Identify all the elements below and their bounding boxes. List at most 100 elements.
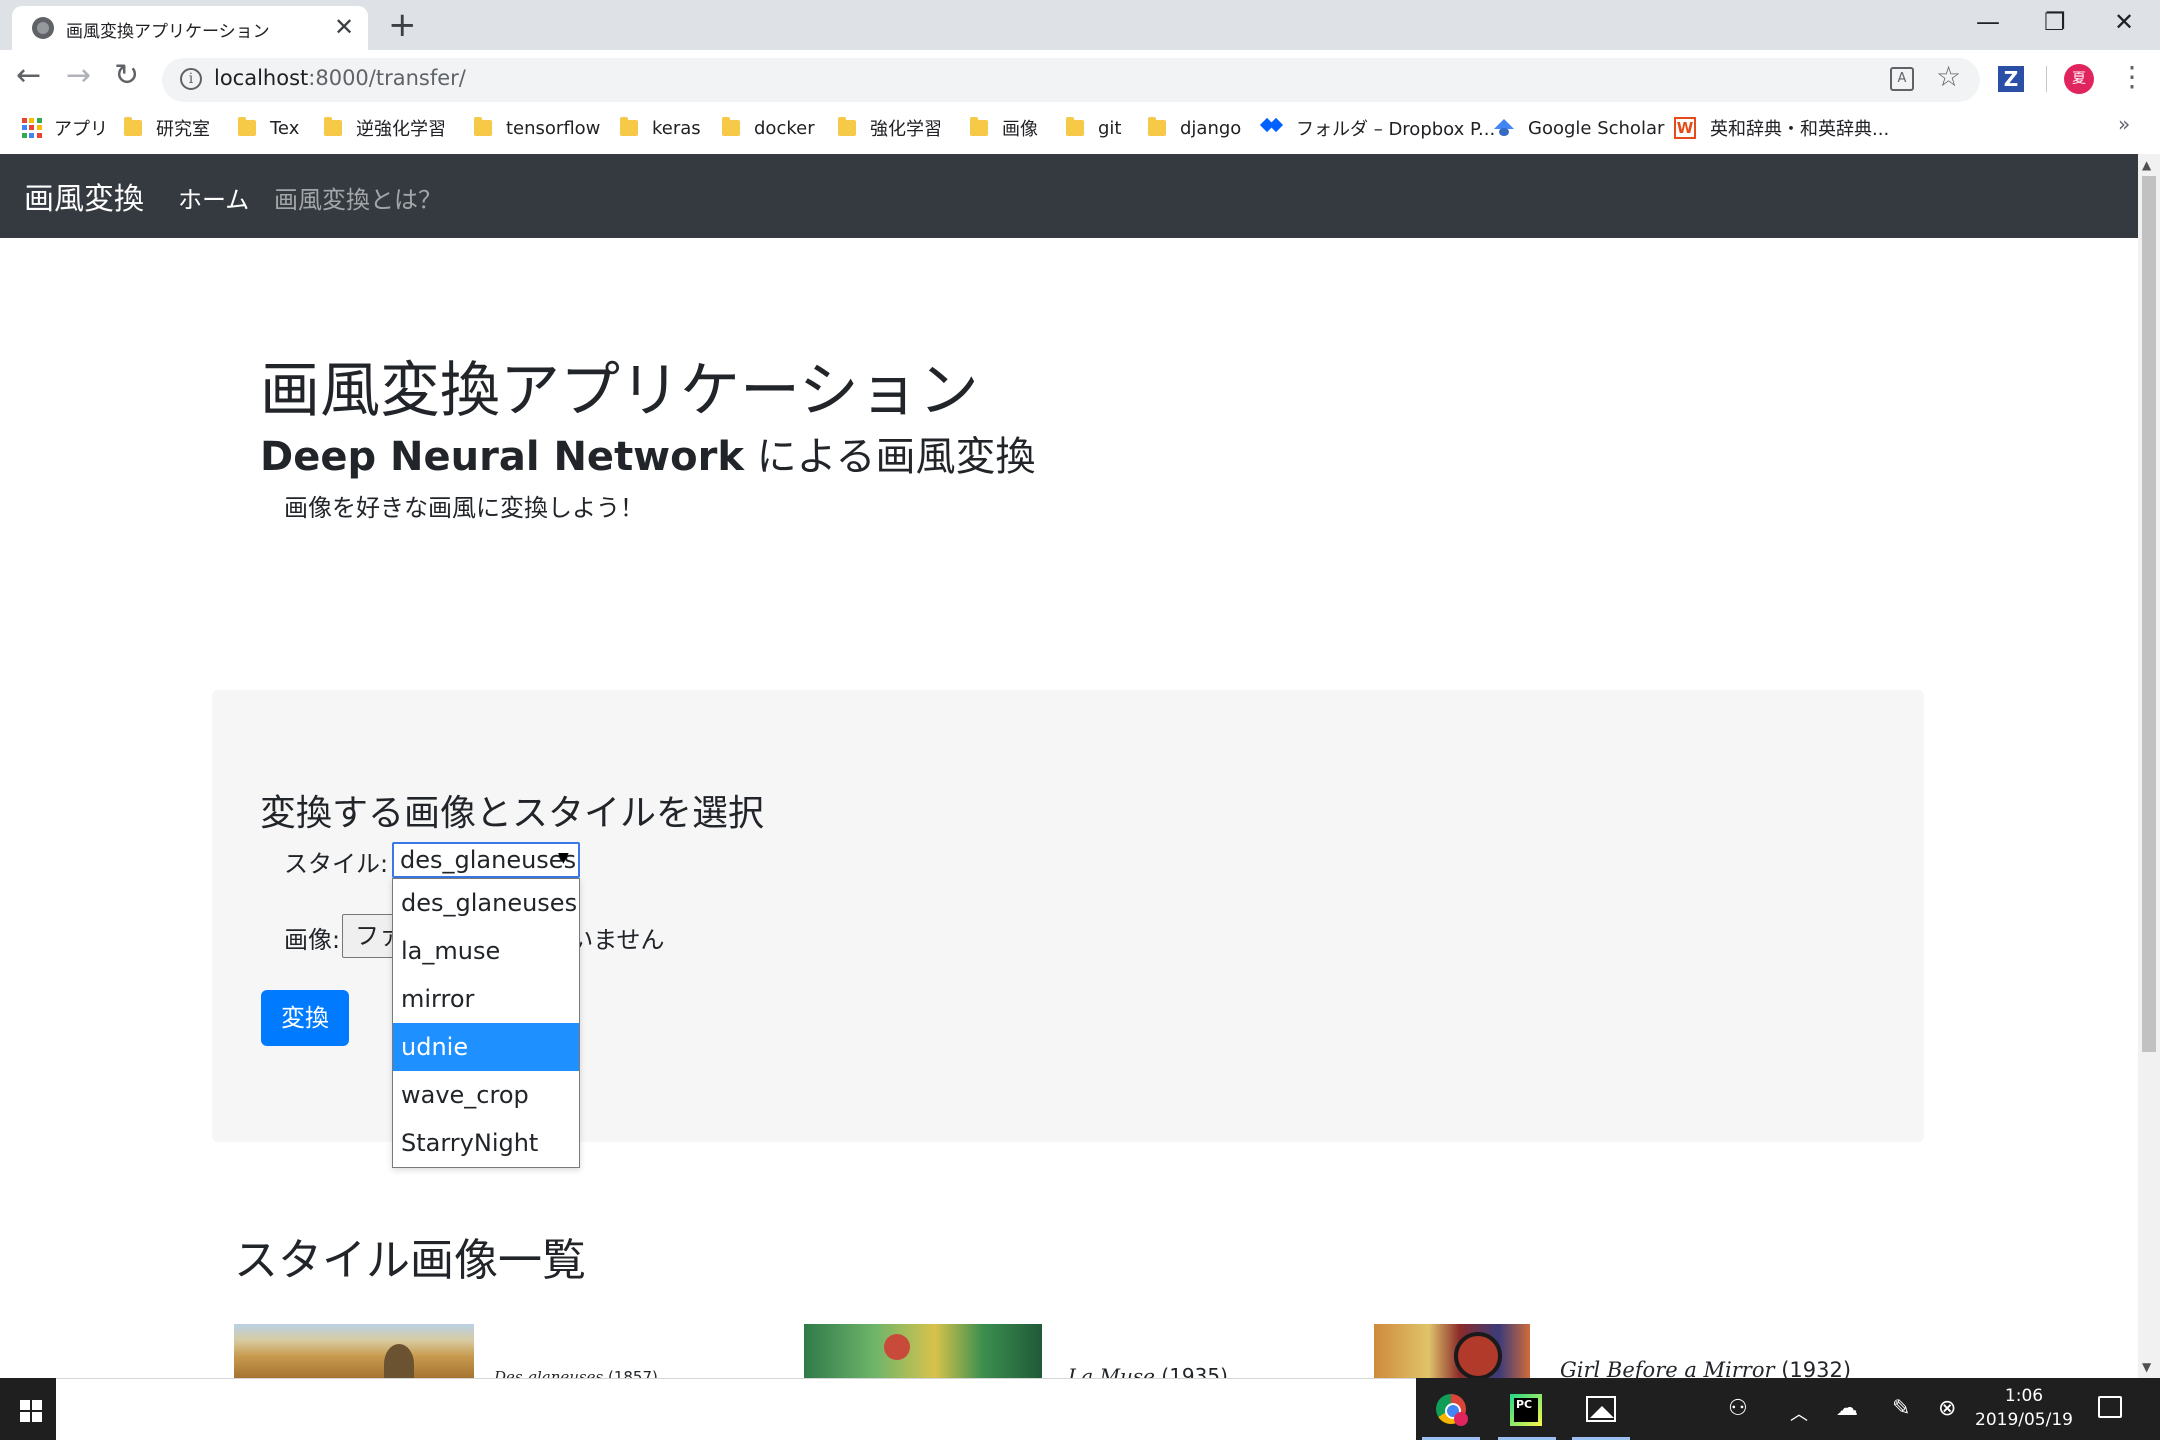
pen-icon[interactable]: ✎ (1892, 1396, 1910, 1421)
bookmark-label: 英和辞典・和英辞典... (1710, 119, 1890, 140)
bookmark-label: アプリ (54, 119, 108, 140)
browser-tab[interactable]: 画風変換アプリケーション ✕ (12, 6, 368, 50)
subtitle-en: Deep Neural Network (260, 434, 744, 480)
url-host: localhost (214, 66, 309, 90)
folder-icon (124, 117, 142, 136)
convert-button[interactable]: 変換 (261, 990, 349, 1046)
bookmark-dropbox[interactable]: フォルダ – Dropbox P... (1262, 114, 1495, 142)
style-thumbnail-mirror[interactable] (1374, 1324, 1530, 1378)
folder-icon (620, 117, 638, 136)
page-lead: 画像を好きな画風に変換しよう！ (284, 494, 644, 522)
gallery-heading: スタイル画像一覧 (234, 1235, 586, 1286)
url-path: :8000/transfer/ (308, 66, 466, 90)
style-select[interactable]: des_glaneuses (392, 842, 580, 878)
bookmark-folder[interactable]: django (1148, 114, 1241, 142)
bookmark-folder[interactable]: tensorflow (474, 114, 600, 142)
folder-icon (324, 117, 342, 136)
folder-icon (970, 117, 988, 136)
back-button[interactable]: ← (16, 58, 41, 94)
bookmark-folder[interactable]: 強化学習 (838, 114, 942, 142)
bookmark-label: 画像 (1002, 119, 1038, 140)
url-text[interactable]: localhost:8000/transfer/ (214, 66, 466, 90)
clock-date: 2019/05/19 (1975, 1410, 2073, 1430)
bookmark-weblio[interactable]: W 英和辞典・和英辞典... (1674, 114, 1889, 142)
bookmark-label: git (1098, 117, 1122, 139)
bookmark-label: django (1180, 117, 1242, 139)
style-option[interactable]: StarryNight (393, 1119, 579, 1167)
close-circle-icon[interactable]: ⊗ (1938, 1396, 1956, 1421)
notification-icon[interactable] (2098, 1396, 2122, 1418)
system-clock[interactable]: 1:06 2019/05/19 (1960, 1384, 2088, 1432)
bookmark-folder[interactable]: keras (620, 114, 701, 142)
dropbox-icon (1262, 119, 1282, 137)
weblio-icon: W (1674, 117, 1696, 139)
bookmark-label: keras (652, 117, 701, 139)
info-icon[interactable]: i (180, 68, 202, 90)
style-dropdown-list: des_glaneuses la_muse mirror udnie wave_… (392, 878, 580, 1168)
pycharm-icon: PC (1510, 1394, 1542, 1426)
clock-time: 1:06 (2004, 1386, 2044, 1406)
folder-icon (238, 117, 256, 136)
bookmark-label: docker (754, 117, 815, 139)
show-hidden-icons[interactable]: ︿ (1790, 1400, 1808, 1426)
bookmark-star-icon[interactable]: ☆ (1936, 60, 1961, 93)
bookmark-folder[interactable]: 研究室 (124, 114, 210, 142)
style-thumbnail-la-muse[interactable] (804, 1324, 1042, 1378)
photos-icon (1586, 1396, 1616, 1422)
bookmark-folder[interactable]: 逆強化学習 (324, 114, 446, 142)
window-close-button[interactable]: ✕ (2114, 4, 2134, 40)
google-scholar-icon (1494, 119, 1514, 137)
bookmark-folder[interactable]: docker (722, 114, 815, 142)
style-label: スタイル: (284, 850, 389, 878)
folder-icon (1148, 117, 1166, 136)
chevron-down-icon: ▼ (558, 850, 569, 866)
navbar-brand[interactable]: 画風変換 (24, 174, 144, 218)
new-tab-button[interactable]: + (388, 6, 417, 44)
bookmark-apps[interactable]: アプリ (22, 114, 108, 142)
style-thumbnail-des-glaneuses[interactable] (234, 1324, 474, 1378)
people-icon[interactable]: ⚇ (1728, 1396, 1748, 1421)
style-option[interactable]: la_muse (393, 927, 579, 975)
pycharm-label: PC (1514, 1398, 1538, 1422)
nav-link-home[interactable]: ホーム (178, 180, 249, 215)
style-option[interactable]: wave_crop (393, 1071, 579, 1119)
forward-button[interactable]: → (66, 58, 91, 94)
bookmark-folder[interactable]: Tex (238, 114, 299, 142)
folder-icon (838, 117, 856, 136)
extension-z-icon[interactable]: Z (1998, 66, 2024, 92)
menu-dots-icon[interactable]: ⋮ (2118, 60, 2146, 93)
windows-logo-icon (20, 1400, 42, 1422)
tab-close-icon[interactable]: ✕ (334, 12, 354, 42)
bookmark-label: tensorflow (506, 117, 601, 139)
style-option[interactable]: mirror (393, 975, 579, 1023)
bookmark-folder[interactable]: git (1066, 114, 1121, 142)
folder-icon (1066, 117, 1084, 136)
folder-icon (722, 117, 740, 136)
bookmark-label: Tex (270, 117, 300, 139)
restore-button[interactable]: ❐ (2044, 4, 2066, 40)
tab-title: 画風変換アプリケーション (66, 22, 270, 42)
bookmark-label: 逆強化学習 (356, 119, 446, 140)
minimize-button[interactable]: — (1976, 4, 2000, 40)
style-option[interactable]: des_glaneuses (393, 879, 579, 927)
scroll-up-icon[interactable]: ▲ (2142, 158, 2151, 172)
onedrive-icon[interactable]: ☁ (1836, 1396, 1858, 1421)
scroll-down-icon[interactable]: ▼ (2142, 1360, 2151, 1374)
bookmark-label: フォルダ – Dropbox P... (1296, 119, 1496, 140)
folder-icon (474, 117, 492, 136)
apps-icon (22, 118, 42, 138)
reload-button[interactable]: ↻ (114, 58, 139, 94)
bookmark-label: 強化学習 (870, 119, 942, 140)
translate-icon[interactable]: A (1890, 67, 1914, 91)
scrollbar-thumb[interactable] (2142, 176, 2156, 1052)
bookmarks-overflow-icon[interactable]: » (2118, 112, 2130, 136)
profile-avatar[interactable]: 夏 (2064, 64, 2094, 94)
globe-icon (32, 17, 54, 39)
bookmark-folder[interactable]: 画像 (970, 114, 1038, 142)
bookmark-google-scholar[interactable]: Google Scholar (1494, 114, 1664, 142)
style-option-highlighted[interactable]: udnie (393, 1023, 579, 1071)
form-heading: 変換する画像とスタイルを選択 (260, 793, 765, 834)
profile-badge-icon (1454, 1412, 1468, 1426)
subtitle-ja: による画風変換 (743, 434, 1036, 480)
nav-link-about[interactable]: 画風変換とは？ (274, 180, 442, 215)
